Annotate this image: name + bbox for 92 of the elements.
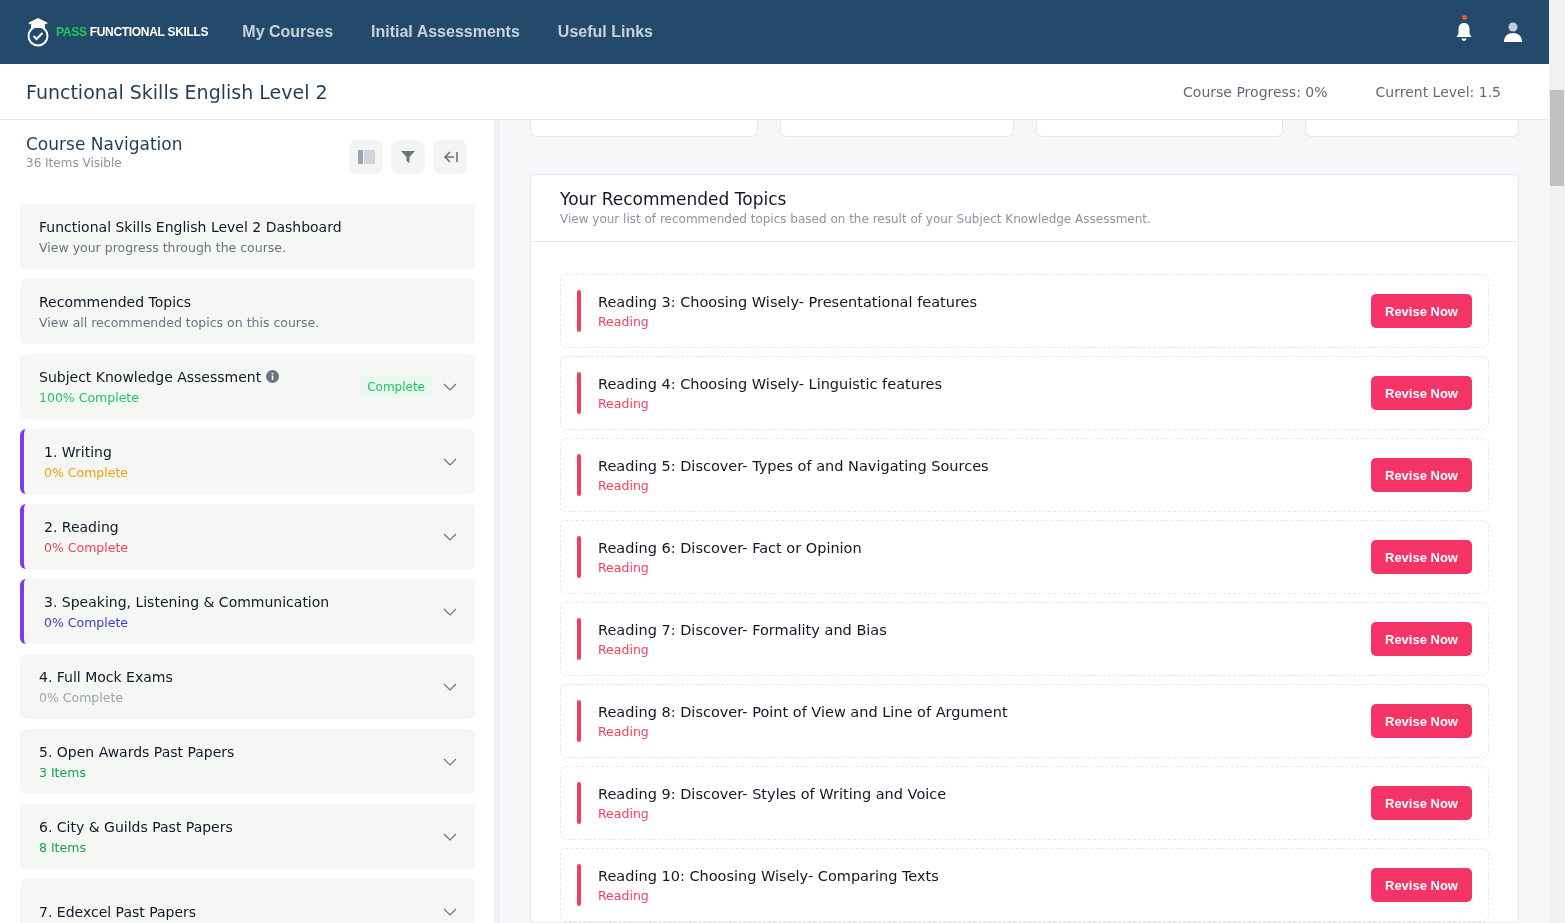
topic-accent-bar bbox=[577, 372, 581, 414]
item-status: 3 Items bbox=[39, 764, 87, 780]
nav-item[interactable]: 3. Speaking, Listening & Communication 0% Complete bbox=[20, 579, 475, 644]
revise-button[interactable]: Revise Now bbox=[1371, 294, 1472, 328]
nav-item[interactable]: 7. Edexcel Past Papers bbox=[20, 879, 475, 923]
item-status: View your progress through the course. bbox=[39, 239, 287, 255]
topic-category: Reading bbox=[598, 887, 650, 903]
course-stat-text: Current Level: 1.5 bbox=[1375, 83, 1501, 100]
nav-item[interactable]: 1. Writing 0% Complete bbox=[20, 429, 475, 494]
item-status: View all recommended topics on this course. bbox=[39, 314, 321, 330]
item-title: 4. Full Mock Exams bbox=[39, 668, 173, 685]
panel-title: Your Recommended Topics bbox=[560, 189, 788, 209]
topic-accent-bar bbox=[577, 782, 581, 824]
bell-icon[interactable] bbox=[1455, 22, 1473, 42]
revise-button[interactable]: Revise Now bbox=[1371, 458, 1472, 492]
revise-button[interactable]: Revise Now bbox=[1371, 376, 1472, 410]
item-title: 3. Speaking, Listening & Communication bbox=[44, 593, 330, 610]
topic-accent-bar bbox=[577, 290, 581, 332]
nav-item[interactable]: 2. Reading 0% Complete bbox=[20, 504, 475, 569]
topic-category: Reading bbox=[598, 559, 650, 575]
revise-button[interactable]: Revise Now bbox=[1371, 786, 1472, 820]
nav-link[interactable]: My Courses bbox=[238, 23, 338, 41]
status-badge: Complete bbox=[359, 375, 433, 398]
topic-accent-bar bbox=[577, 536, 581, 578]
item-status: 100% Complete bbox=[39, 389, 140, 405]
item-title: Subject Knowledge Assessment bbox=[39, 368, 262, 385]
revise-button[interactable]: Revise Now bbox=[1371, 868, 1472, 902]
item-status: 0% Complete bbox=[44, 539, 130, 555]
chevron-down-icon[interactable] bbox=[443, 457, 457, 466]
item-title: 5. Open Awards Past Papers bbox=[39, 743, 235, 760]
sidebar-layout-icon bbox=[357, 150, 375, 164]
topic-category: Reading bbox=[598, 477, 650, 493]
topic-title: Reading 6: Discover- Fact or Opinion bbox=[598, 539, 862, 556]
nav-link[interactable]: Initial Assessments bbox=[367, 23, 524, 41]
item-title: 2. Reading bbox=[44, 518, 119, 535]
course-stat-text: Course Progress: 0% bbox=[1183, 83, 1328, 100]
topic-accent-bar bbox=[577, 618, 581, 660]
chevron-down-icon[interactable] bbox=[443, 907, 457, 916]
filter-icon bbox=[401, 151, 415, 163]
course-title: Functional Skills English Level 2 bbox=[26, 80, 329, 103]
item-status: 0% Complete bbox=[44, 614, 130, 630]
chevron-down-icon[interactable] bbox=[443, 607, 457, 616]
nav-item[interactable]: Subject Knowledge Assessment 100% Complete Complete bbox=[20, 354, 475, 419]
scrollbar-thumb[interactable] bbox=[1550, 90, 1564, 186]
topic-title: Reading 3: Choosing Wisely- Presentational features bbox=[598, 293, 978, 310]
user-icon[interactable] bbox=[1503, 22, 1523, 42]
item-title: Recommended Topics bbox=[39, 293, 192, 310]
nav-item[interactable]: 5. Open Awards Past Papers 3 Items bbox=[20, 729, 475, 794]
layout-button[interactable] bbox=[349, 140, 383, 174]
topic-category: Reading bbox=[598, 395, 650, 411]
topic-title: Reading 4: Choosing Wisely- Linguistic features bbox=[598, 375, 943, 392]
chevron-down-icon[interactable] bbox=[443, 757, 457, 766]
collapse-arrow-icon bbox=[442, 151, 458, 163]
item-title: 6. City & Guilds Past Papers bbox=[39, 818, 233, 835]
nav-item[interactable]: Functional Skills English Level 2 Dashboard View your progress through the course. bbox=[20, 204, 475, 269]
sidebar-title: Course Navigation bbox=[26, 134, 183, 154]
topic-category: Reading bbox=[598, 805, 650, 821]
revise-button[interactable]: Revise Now bbox=[1371, 540, 1472, 574]
topic-title: Reading 10: Choosing Wisely- Comparing Texts bbox=[598, 867, 939, 884]
info-icon bbox=[266, 370, 280, 383]
panel-description: View your list of recommended topics based on the result of your Subject Knowledge Assessment. bbox=[560, 212, 1152, 226]
nav-item[interactable]: 6. City & Guilds Past Papers 8 Items bbox=[20, 804, 475, 869]
chevron-down-icon[interactable] bbox=[443, 832, 457, 841]
nav-link[interactable]: Useful Links bbox=[553, 23, 657, 41]
filter-button[interactable] bbox=[391, 140, 425, 174]
item-status: 0% Complete bbox=[44, 464, 130, 480]
topic-title: Reading 9: Discover- Styles of Writing and Voice bbox=[598, 785, 947, 802]
topic-category: Reading bbox=[598, 313, 650, 329]
topic-title: Reading 8: Discover- Point of View and Line of Argument bbox=[598, 703, 1008, 720]
item-status: 8 Items bbox=[39, 839, 87, 855]
topic-accent-bar bbox=[577, 700, 581, 742]
item-title: 7. Edexcel Past Papers bbox=[39, 903, 197, 920]
topic-category: Reading bbox=[598, 641, 650, 657]
topic-accent-bar bbox=[577, 864, 581, 906]
chevron-down-icon[interactable] bbox=[443, 682, 457, 691]
item-status: 0% Complete bbox=[39, 689, 125, 705]
topic-title: Reading 5: Discover- Types of and Navigating Sources bbox=[598, 457, 989, 474]
nav-item[interactable]: 4. Full Mock Exams 0% Complete bbox=[20, 654, 475, 719]
brand-name[interactable]: PASS FUNCTIONAL SKILLS bbox=[56, 25, 209, 39]
topic-title: Reading 7: Discover- Formality and Bias bbox=[598, 621, 887, 638]
revise-button[interactable]: Revise Now bbox=[1371, 704, 1472, 738]
topic-accent-bar bbox=[577, 454, 581, 496]
collapse-button[interactable] bbox=[433, 140, 467, 174]
chevron-down-icon[interactable] bbox=[443, 382, 457, 391]
items-count: 36 Items Visible bbox=[26, 156, 123, 170]
item-title: 1. Writing bbox=[44, 443, 112, 460]
logo-icon bbox=[26, 17, 50, 47]
revise-button[interactable]: Revise Now bbox=[1371, 622, 1472, 656]
chevron-down-icon[interactable] bbox=[443, 532, 457, 541]
topic-category: Reading bbox=[598, 723, 650, 739]
item-title: Functional Skills English Level 2 Dashboard bbox=[39, 218, 342, 235]
nav-item[interactable]: Recommended Topics View all recommended topics on this course. bbox=[20, 279, 475, 344]
